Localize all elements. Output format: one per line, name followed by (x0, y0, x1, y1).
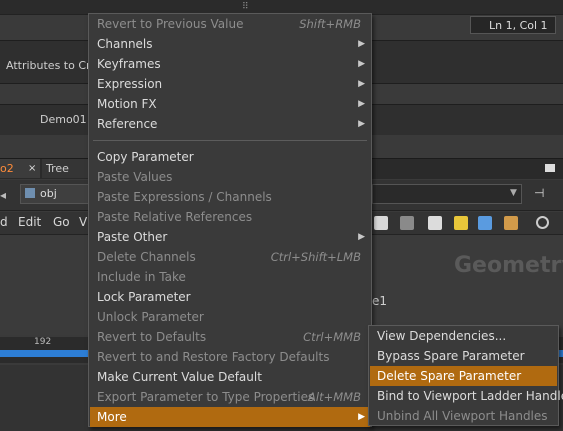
menu-item-label: Make Current Value Default (97, 370, 262, 384)
grid-view-icon[interactable] (374, 216, 388, 230)
menu-item-reference[interactable]: Reference ▶ (90, 114, 370, 134)
node-label: e1 (372, 294, 388, 308)
menu-item-label: Paste Expressions / Channels (97, 190, 272, 204)
submenu-arrow-icon: ▶ (358, 412, 365, 422)
timeline-range-bar[interactable] (0, 350, 95, 357)
drag-grip-icon[interactable]: ⠿ (242, 3, 256, 12)
menu-item-motion-fx[interactable]: Motion FX ▶ (90, 94, 370, 114)
display-icon[interactable] (428, 216, 442, 230)
menu-item-label: Channels (97, 37, 153, 51)
menu-item-label: Delete Channels (97, 250, 196, 264)
menu-item-include-in-take[interactable]: Include in Take (90, 267, 370, 287)
submenu-item-view-dependencies[interactable]: View Dependencies... (370, 326, 557, 346)
submenu-arrow-icon: ▶ (358, 119, 365, 129)
menubar-item-edit[interactable]: Edit (18, 215, 41, 229)
menu-item-label: Include in Take (97, 270, 186, 284)
tab-scene-label: o2 (0, 162, 14, 175)
menu-item-label: Export Parameter to Type Properties (97, 390, 315, 404)
menu-item-copy-parameter[interactable]: Copy Parameter (90, 147, 370, 167)
viewport-context-title: Geometry (454, 253, 563, 278)
submenu-item-label: Unbind All Viewport Handles (377, 409, 548, 423)
submenu-arrow-icon: ▶ (358, 232, 365, 242)
menubar-item[interactable]: d (0, 215, 8, 229)
menu-item-label: Unlock Parameter (97, 310, 204, 324)
parameter-context-menu: Revert to Previous Value Shift+RMB Channe… (88, 13, 372, 427)
menu-item-shortcut: Shift+RMB (299, 17, 361, 31)
tab-close-icon[interactable]: × (28, 159, 36, 178)
menu-item-label: Reference (97, 117, 158, 131)
chevron-down-icon[interactable]: ▼ (510, 188, 517, 198)
menu-item-label: Revert to Previous Value (97, 17, 244, 31)
more-submenu: View Dependencies... Bypass Spare Parame… (368, 325, 563, 426)
menu-item-label: Lock Parameter (97, 290, 191, 304)
menu-item-label: Copy Parameter (97, 150, 194, 164)
pin-icon[interactable]: ⊣ (534, 186, 544, 200)
submenu-arrow-icon: ▶ (358, 39, 365, 49)
submenu-item-label: View Dependencies... (377, 329, 507, 343)
menu-item-make-default[interactable]: Make Current Value Default (90, 367, 370, 387)
menu-item-channels[interactable]: Channels ▶ (90, 34, 370, 54)
menu-item-lock-parameter[interactable]: Lock Parameter (90, 287, 370, 307)
back-arrow-icon[interactable]: ◂ (0, 186, 10, 204)
menu-item-label: Motion FX (97, 97, 157, 111)
submenu-item-label: Delete Spare Parameter (377, 369, 522, 383)
submenu-arrow-icon: ▶ (358, 99, 365, 109)
menu-item-label: Expression (97, 77, 163, 91)
menu-item-unlock-parameter[interactable]: Unlock Parameter (90, 307, 370, 327)
line-column-indicator: Ln 1, Col 1 (470, 16, 556, 34)
menu-item-paste-other[interactable]: Paste Other ▶ (90, 227, 370, 247)
obj-network-icon (25, 188, 35, 198)
menu-item-label: More (97, 410, 127, 424)
submenu-item-bypass-spare[interactable]: Bypass Spare Parameter (370, 346, 557, 366)
sticky-note-icon[interactable] (454, 216, 468, 230)
add-image-icon[interactable] (478, 216, 492, 230)
menu-item-paste-values[interactable]: Paste Values (90, 167, 370, 187)
menu-item-revert-defaults[interactable]: Revert to Defaults Ctrl+MMB (90, 327, 370, 347)
menu-item-export-parameter[interactable]: Export Parameter to Type Properties Alt+M… (90, 387, 370, 407)
submenu-item-label: Bind to Viewport Ladder Handle (377, 389, 563, 403)
attributes-label: Attributes to Cre (6, 59, 98, 72)
menu-item-label: Paste Values (97, 170, 173, 184)
path-field[interactable] (372, 184, 522, 204)
menu-item-shortcut: Ctrl+MMB (303, 330, 361, 344)
menu-item-paste-relative-references[interactable]: Paste Relative References (90, 207, 370, 227)
search-icon[interactable] (536, 216, 549, 229)
timeline-frame-number: 192 (34, 337, 52, 347)
menu-item-expression[interactable]: Expression ▶ (90, 74, 370, 94)
path-node-obj[interactable]: obj (20, 184, 90, 204)
menu-item-shortcut: Alt+MMB (308, 390, 361, 404)
network-box-icon[interactable] (504, 216, 518, 230)
menu-item-label: Revert to and Restore Factory Defaults (97, 350, 330, 364)
menu-item-revert-factory-defaults[interactable]: Revert to and Restore Factory Defaults (90, 347, 370, 367)
submenu-arrow-icon: ▶ (358, 59, 365, 69)
submenu-item-bind-ladder[interactable]: Bind to Viewport Ladder Handle (370, 386, 563, 406)
submenu-item-delete-spare[interactable]: Delete Spare Parameter (370, 366, 557, 386)
submenu-item-label: Bypass Spare Parameter (377, 349, 525, 363)
maximize-pane-icon[interactable] (545, 164, 555, 172)
menu-item-label: Keyframes (97, 57, 161, 71)
menu-item-keyframes[interactable]: Keyframes ▶ (90, 54, 370, 74)
menu-item-label: Paste Other (97, 230, 168, 244)
menu-item-delete-channels[interactable]: Delete Channels Ctrl+Shift+LMB (90, 247, 370, 267)
menu-item-revert-previous[interactable]: Revert to Previous Value Shift+RMB (90, 14, 370, 34)
menubar-item-go[interactable]: Go (53, 215, 70, 229)
menu-item-label: Revert to Defaults (97, 330, 207, 344)
menu-item-shortcut: Ctrl+Shift+LMB (270, 250, 361, 264)
submenu-item-unbind-handles[interactable]: Unbind All Viewport Handles (370, 406, 557, 426)
screen-icon[interactable] (400, 216, 414, 230)
menu-item-paste-expressions[interactable]: Paste Expressions / Channels (90, 187, 370, 207)
menu-item-more[interactable]: More ▶ (90, 407, 370, 427)
tab-tree-view[interactable]: Tree View (42, 159, 94, 194)
submenu-arrow-icon: ▶ (358, 79, 365, 89)
menu-separator (93, 140, 367, 141)
menu-item-label: Paste Relative References (97, 210, 253, 224)
path-node-label: obj (40, 187, 57, 200)
